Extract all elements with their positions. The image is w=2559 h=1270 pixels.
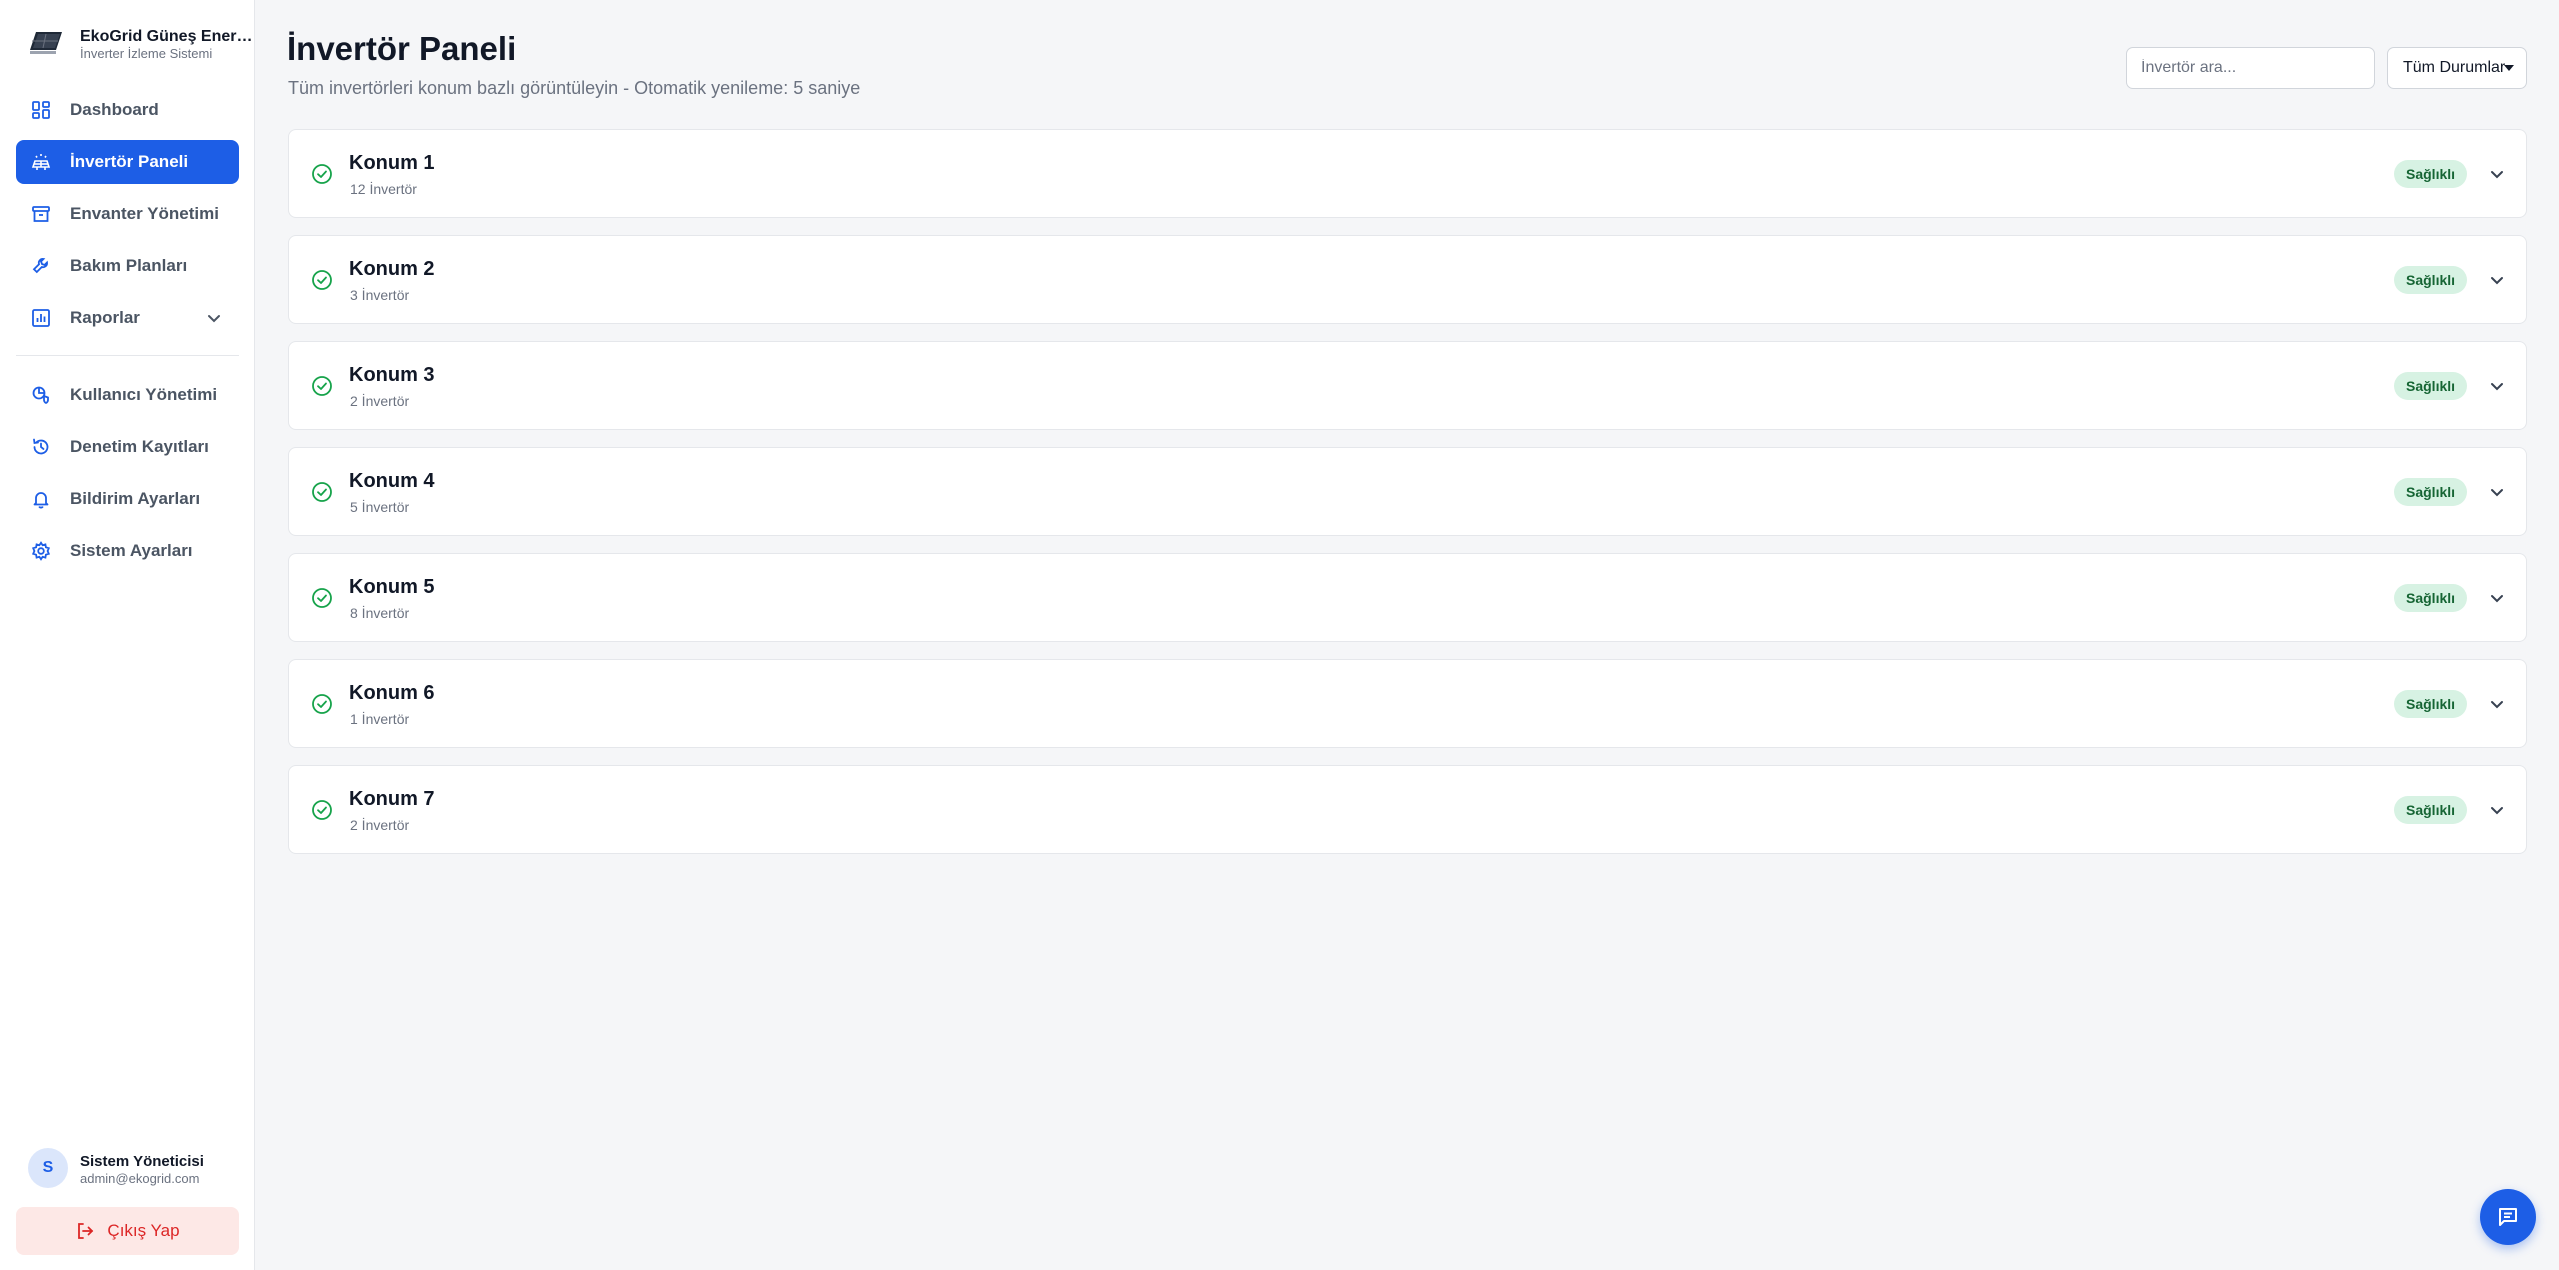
chevron-down-icon[interactable]	[2488, 271, 2506, 289]
user-email: admin@ekogrid.com	[80, 1171, 200, 1186]
caret-down-icon	[2504, 65, 2514, 71]
location-inverter-count: 3 İnvertör	[350, 287, 410, 303]
page-subtitle: Tüm invertörleri konum bazlı görüntüleyi…	[288, 78, 861, 98]
status-badge: Sağlıklı	[2394, 690, 2468, 718]
grid-icon	[30, 99, 52, 121]
sidebar-item-system-settings[interactable]: Sistem Ayarları	[16, 529, 239, 573]
status-badge: Sağlıklı	[2394, 584, 2468, 612]
check-circle-icon	[312, 800, 332, 820]
location-name: Konum 2	[349, 258, 435, 280]
sidebar-item-label: Dashboard	[70, 100, 159, 119]
status-badge: Sağlıklı	[2394, 478, 2468, 506]
sidebar-item-audit-logs[interactable]: Denetim Kayıtları	[16, 425, 239, 469]
brand-title: EkoGrid Güneş Enerjisi	[80, 28, 256, 45]
location-inverter-count: 5 İnvertör	[350, 499, 410, 515]
chevron-down-icon[interactable]	[2488, 801, 2506, 819]
chevron-down-icon[interactable]	[2488, 377, 2506, 395]
location-name: Konum 5	[349, 576, 435, 598]
location-card[interactable]: Konum 5 8 İnvertör Sağlıklı	[288, 553, 2527, 642]
sidebar-item-inventory[interactable]: Envanter Yönetimi	[16, 192, 239, 236]
status-filter-value: Tüm Durumlar	[2403, 59, 2506, 76]
check-circle-icon	[312, 588, 332, 608]
chevron-down-icon[interactable]	[2488, 695, 2506, 713]
location-name: Konum 6	[349, 682, 435, 704]
avatar: S	[28, 1148, 68, 1188]
search-input[interactable]	[2126, 47, 2375, 89]
location-card[interactable]: Konum 1 12 İnvertör Sağlıklı	[288, 129, 2527, 218]
chat-button[interactable]	[2480, 1189, 2536, 1245]
sidebar-item-label: Kullanıcı Yönetimi	[70, 385, 218, 404]
location-name: Konum 1	[349, 152, 435, 174]
location-inverter-count: 12 İnvertör	[350, 181, 417, 197]
history-icon	[30, 436, 52, 458]
check-circle-icon	[312, 376, 332, 396]
location-card[interactable]: Konum 2 3 İnvertör Sağlıklı	[288, 235, 2527, 324]
sidebar-item-label: İnvertör Paneli	[70, 152, 189, 171]
location-card[interactable]: Konum 4 5 İnvertör Sağlıklı	[288, 447, 2527, 536]
bar-chart-icon	[30, 307, 52, 329]
chevron-down-icon[interactable]	[2488, 589, 2506, 607]
location-card[interactable]: Konum 7 2 İnvertör Sağlıklı	[288, 765, 2527, 854]
bell-icon	[30, 488, 52, 510]
sidebar-item-label: Bakım Planları	[70, 256, 188, 275]
archive-icon	[30, 203, 52, 225]
sidebar-divider	[16, 355, 239, 356]
chat-icon	[2499, 1208, 2517, 1226]
chevron-down-icon[interactable]	[2488, 483, 2506, 501]
page-title: İnvertör Paneli	[287, 30, 517, 67]
logout-button[interactable]: Çıkış Yap	[16, 1207, 239, 1255]
sidebar-item-user-management[interactable]: Kullanıcı Yönetimi	[16, 373, 239, 417]
check-circle-icon	[312, 694, 332, 714]
sidebar-item-invertor-panel[interactable]: İnvertör Paneli	[16, 140, 239, 184]
sidebar-item-dashboard[interactable]: Dashboard	[16, 88, 239, 132]
sidebar-item-label: Envanter Yönetimi	[70, 204, 219, 223]
location-card[interactable]: Konum 3 2 İnvertör Sağlıklı	[288, 341, 2527, 430]
logout-label: Çıkış Yap	[107, 1221, 180, 1240]
logout-icon	[78, 1223, 94, 1239]
location-inverter-count: 8 İnvertör	[350, 605, 410, 621]
status-badge: Sağlıklı	[2394, 796, 2468, 824]
brand-subtitle: İnverter İzleme Sistemi	[80, 46, 213, 61]
sidebar-item-reports[interactable]: Raporlar	[16, 296, 239, 340]
check-circle-icon	[312, 482, 332, 502]
location-name: Konum 7	[349, 788, 435, 810]
brand[interactable]: EkoGrid Güneş Enerjisi İnverter İzleme S…	[28, 24, 256, 64]
sidebar: EkoGrid Güneş Enerjisi İnverter İzleme S…	[0, 0, 256, 1270]
status-filter-select[interactable]: Tüm Durumlar	[2387, 47, 2527, 89]
sidebar-item-label: Denetim Kayıtları	[70, 437, 209, 456]
status-badge: Sağlıklı	[2394, 372, 2468, 400]
location-name: Konum 3	[349, 364, 435, 386]
chevron-down-icon[interactable]	[2488, 165, 2506, 183]
location-card[interactable]: Konum 6 1 İnvertör Sağlıklı	[288, 659, 2527, 748]
user-shield-icon	[30, 384, 52, 406]
sidebar-item-label: Sistem Ayarları	[70, 541, 193, 560]
gear-icon	[30, 540, 52, 562]
user-name: Sistem Yöneticisi	[80, 1153, 204, 1170]
check-circle-icon	[312, 164, 332, 184]
user-profile[interactable]: S Sistem Yöneticisi admin@ekogrid.com	[28, 1148, 243, 1190]
status-badge: Sağlıklı	[2394, 160, 2468, 188]
solar-inverter-icon	[30, 151, 52, 173]
sidebar-item-label: Bildirim Ayarları	[70, 489, 201, 508]
location-name: Konum 4	[349, 470, 435, 492]
sidebar-item-label: Raporlar	[70, 308, 140, 327]
location-inverter-count: 2 İnvertör	[350, 393, 410, 409]
location-inverter-count: 2 İnvertör	[350, 817, 410, 833]
sidebar-item-notification-settings[interactable]: Bildirim Ayarları	[16, 477, 239, 521]
sidebar-item-maintenance[interactable]: Bakım Planları	[16, 244, 239, 288]
check-circle-icon	[312, 270, 332, 290]
location-inverter-count: 1 İnvertör	[350, 711, 410, 727]
chevron-down-icon[interactable]	[205, 309, 223, 327]
solar-panel-icon	[30, 32, 62, 54]
wrench-icon	[30, 255, 52, 277]
status-badge: Sağlıklı	[2394, 266, 2468, 294]
